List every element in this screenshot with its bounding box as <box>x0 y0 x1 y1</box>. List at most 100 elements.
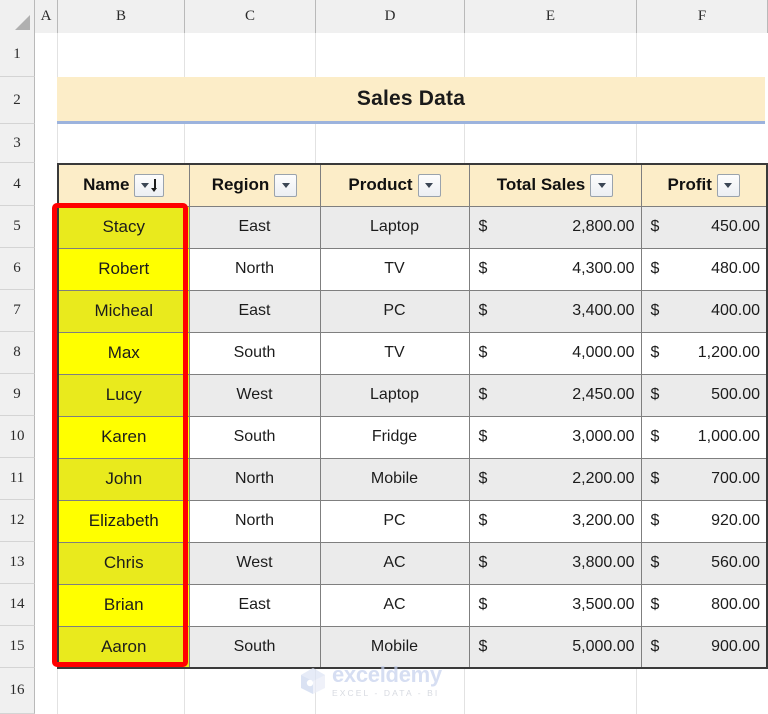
watermark-tagline: EXCEL - DATA - BI <box>332 688 440 698</box>
cell-product[interactable]: AC <box>319 541 470 585</box>
cell-product[interactable]: Mobile <box>319 457 470 501</box>
cell-product[interactable]: AC <box>319 583 470 627</box>
row-header-2[interactable]: 2 <box>0 77 35 124</box>
cell-total-sales[interactable]: $2,200.00 <box>468 457 642 501</box>
table-body: Stacy East Laptop $2,800.00 $450.00 Robert Nor… <box>57 205 768 669</box>
column-header-a[interactable]: A <box>35 0 58 33</box>
page-title: Sales Data <box>356 87 466 110</box>
cell-total-sales[interactable]: $2,450.00 <box>468 373 642 417</box>
cell-name[interactable]: Micheal <box>57 289 190 333</box>
row-header-1[interactable]: 1 <box>0 33 35 77</box>
cell-profit[interactable]: $480.00 <box>640 247 768 291</box>
filter-dropdown-icon-total-sales[interactable] <box>590 173 614 197</box>
table-row: Robert North TV $4,300.00 $480.00 <box>57 247 768 291</box>
column-header-total-sales: Total Sales <box>468 163 642 207</box>
row-header-13[interactable]: 13 <box>0 542 35 584</box>
currency-symbol: $ <box>478 218 488 235</box>
currency-symbol: $ <box>478 554 488 571</box>
cell-total-sales[interactable]: $3,500.00 <box>468 583 642 627</box>
cell-total-sales[interactable]: $3,200.00 <box>468 499 642 543</box>
cell-product[interactable]: PC <box>319 289 470 333</box>
column-header-b[interactable]: B <box>58 0 185 33</box>
filter-dropdown-icon-region[interactable] <box>274 173 298 197</box>
chevron-down-icon <box>597 182 606 188</box>
cell-profit[interactable]: $920.00 <box>640 499 768 543</box>
cell-name[interactable]: Max <box>57 331 190 375</box>
cell-product[interactable]: TV <box>319 247 470 291</box>
cell-product[interactable]: Fridge <box>319 415 470 459</box>
cell-profit[interactable]: $400.00 <box>640 289 768 333</box>
cell-profit[interactable]: $700.00 <box>640 457 768 501</box>
row-header-9[interactable]: 9 <box>0 374 35 416</box>
cell-region[interactable]: South <box>188 625 321 669</box>
cell-profit[interactable]: $450.00 <box>640 205 768 249</box>
row-header-4[interactable]: 4 <box>0 163 35 206</box>
cell-total-sales[interactable]: $4,300.00 <box>468 247 642 291</box>
cell-profit[interactable]: $900.00 <box>640 625 768 669</box>
row-header-12[interactable]: 12 <box>0 500 35 542</box>
cell-name[interactable]: Brian <box>57 583 190 627</box>
cell-profit[interactable]: $560.00 <box>640 541 768 585</box>
cell-product[interactable]: TV <box>319 331 470 375</box>
cell-region[interactable]: East <box>188 205 321 249</box>
cell-region[interactable]: West <box>188 373 321 417</box>
cell-name[interactable]: Elizabeth <box>57 499 190 543</box>
column-header-c[interactable]: C <box>185 0 316 33</box>
row-header-3[interactable]: 3 <box>0 124 35 163</box>
row-header-14[interactable]: 14 <box>0 584 35 626</box>
cell-region[interactable]: North <box>188 247 321 291</box>
select-all-button[interactable] <box>0 0 35 33</box>
cell-region[interactable]: South <box>188 415 321 459</box>
row-header-15[interactable]: 15 <box>0 626 35 668</box>
cell-total-sales[interactable]: $3,400.00 <box>468 289 642 333</box>
cell-region[interactable]: North <box>188 457 321 501</box>
cell-total-sales[interactable]: $3,000.00 <box>468 415 642 459</box>
cell-total-sales[interactable]: $2,800.00 <box>468 205 642 249</box>
column-header-f[interactable]: F <box>637 0 768 33</box>
currency-symbol: $ <box>650 218 660 235</box>
cell-name[interactable]: Lucy <box>57 373 190 417</box>
cell-region[interactable]: East <box>188 583 321 627</box>
currency-symbol: $ <box>478 470 488 487</box>
row-header-7[interactable]: 7 <box>0 290 35 332</box>
row-header-8[interactable]: 8 <box>0 332 35 374</box>
cell-total-sales[interactable]: $3,800.00 <box>468 541 642 585</box>
cell-name[interactable]: Robert <box>57 247 190 291</box>
cell-name[interactable]: Karen <box>57 415 190 459</box>
header-label-name: Name <box>83 175 130 195</box>
header-label-total-sales: Total Sales <box>496 175 586 195</box>
header-label-profit: Profit <box>667 175 712 195</box>
cell-name[interactable]: Chris <box>57 541 190 585</box>
cell-product[interactable]: Laptop <box>319 205 470 249</box>
row-header-5[interactable]: 5 <box>0 206 35 248</box>
column-header-e[interactable]: E <box>465 0 637 33</box>
filter-dropdown-sorted-icon[interactable] <box>134 173 165 197</box>
cell-region[interactable]: South <box>188 331 321 375</box>
cell-product[interactable]: PC <box>319 499 470 543</box>
cell-profit[interactable]: $1,000.00 <box>640 415 768 459</box>
cell-region[interactable]: West <box>188 541 321 585</box>
cell-profit[interactable]: $800.00 <box>640 583 768 627</box>
cell-name[interactable]: John <box>57 457 190 501</box>
cell-region[interactable]: North <box>188 499 321 543</box>
cell-total-sales[interactable]: $5,000.00 <box>468 625 642 669</box>
sales-data-table: Name Region Product Total Sales Profit S… <box>57 163 768 669</box>
cell-name[interactable]: Stacy <box>57 205 190 249</box>
cell-name[interactable]: Aaron <box>57 625 190 669</box>
column-header-strip: A B C D E F <box>0 0 768 33</box>
currency-symbol: $ <box>478 512 488 529</box>
row-header-6[interactable]: 6 <box>0 248 35 290</box>
currency-symbol: $ <box>650 637 660 655</box>
row-header-16[interactable]: 16 <box>0 668 35 714</box>
filter-dropdown-icon-product[interactable] <box>417 173 441 197</box>
cell-product[interactable]: Laptop <box>319 373 470 417</box>
cell-profit[interactable]: $1,200.00 <box>640 331 768 375</box>
table-row: Elizabeth North PC $3,200.00 $920.00 <box>57 499 768 543</box>
row-header-11[interactable]: 11 <box>0 458 35 500</box>
column-header-d[interactable]: D <box>316 0 465 33</box>
cell-total-sales[interactable]: $4,000.00 <box>468 331 642 375</box>
cell-profit[interactable]: $500.00 <box>640 373 768 417</box>
cell-region[interactable]: East <box>188 289 321 333</box>
row-header-10[interactable]: 10 <box>0 416 35 458</box>
filter-dropdown-icon-profit[interactable] <box>716 173 740 197</box>
